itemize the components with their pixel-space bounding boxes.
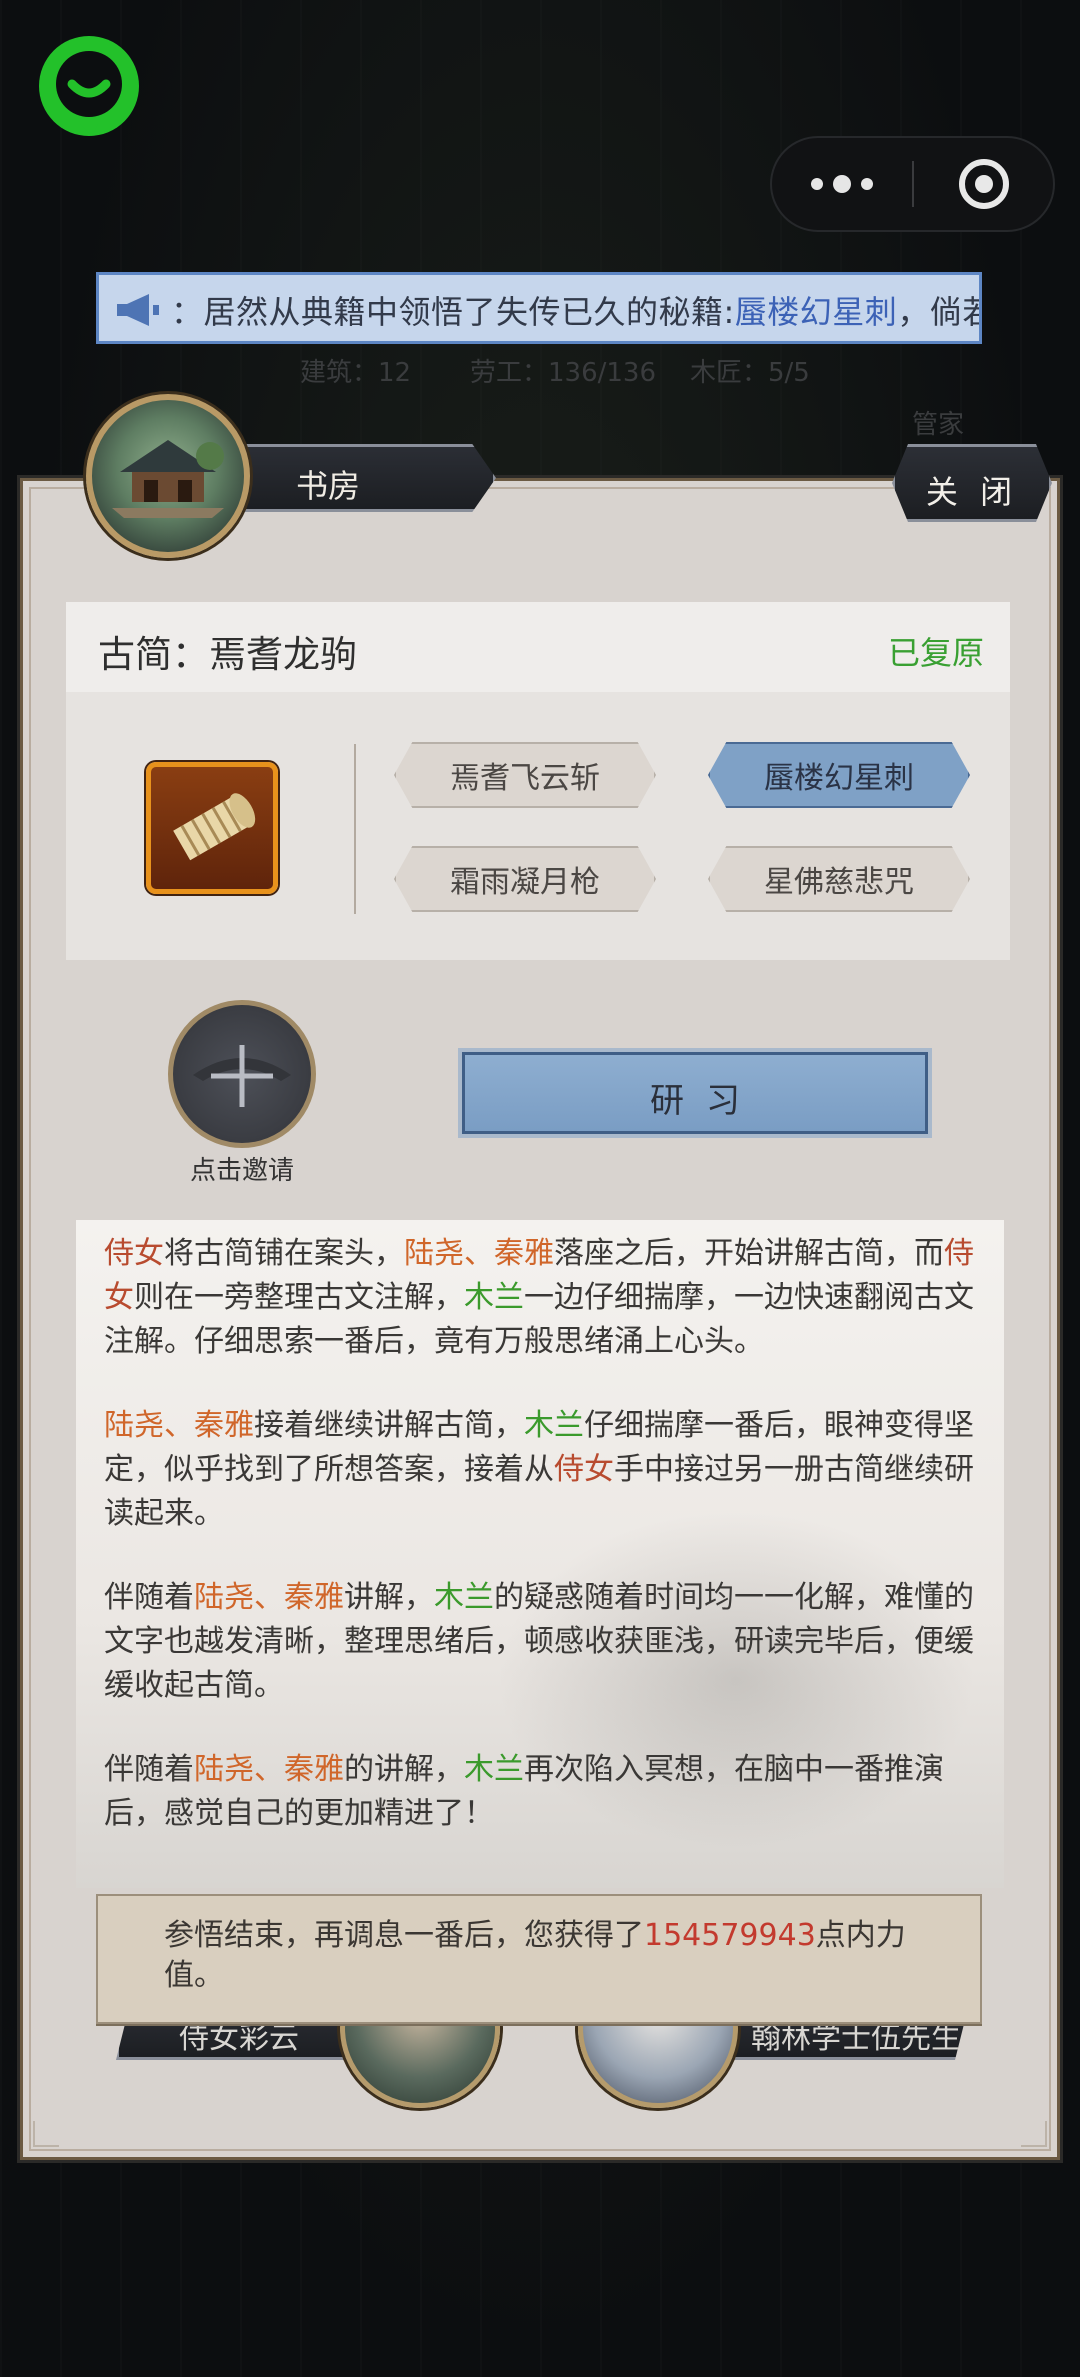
narration-text: 将古简铺在案头， <box>164 1236 404 1271</box>
bamboo-scroll-icon <box>173 793 256 861</box>
narration-paragraph-3: 伴随着陆尧、秦雅讲解，木兰的疑惑随着时间均一一化解，难懂的文字也越发清晰，整理思… <box>104 1576 984 1708</box>
result-message: 参悟结束，再调息一番后，您获得了154579943点内力值。 <box>164 1916 954 1996</box>
hud-building-count: 建筑：12 <box>300 358 412 388</box>
scroll-title: 古简：焉耆龙驹 <box>98 633 357 676</box>
narration-paragraph-1: 侍女将古简铺在案头，陆尧、秦雅落座之后，开始讲解古简，而侍女则在一旁整理古文注解… <box>104 1232 984 1364</box>
scroll-card-header: 古简：焉耆龙驹 已复原 <box>66 602 1010 692</box>
dot-icon <box>833 175 851 193</box>
character-name: 侍女 <box>104 1236 164 1271</box>
result-prefix: 参悟结束，再调息一番后，您获得了 <box>164 1918 644 1953</box>
narration-text: 讲解， <box>344 1580 434 1615</box>
hud-steward-label: 管家 <box>912 410 965 440</box>
skill-tab-4[interactable]: 星佛慈悲咒 <box>708 846 970 912</box>
card-divider <box>354 744 356 914</box>
study-button-label: 研习 <box>650 1081 762 1121</box>
skill-tab-3[interactable]: 霜雨凝月枪 <box>394 846 656 912</box>
ticker-highlight: 蜃楼幻星刺 <box>734 293 898 331</box>
corner-ornament <box>1021 2121 1047 2147</box>
dot-icon <box>811 178 823 190</box>
character-name: 陆尧、秦雅 <box>194 1752 344 1787</box>
plus-icon <box>193 1045 291 1107</box>
invite-slot-button[interactable] <box>168 1000 316 1148</box>
skill-tab-1[interactable]: 焉耆飞云斩 <box>394 742 656 808</box>
close-panel-button[interactable]: 关 闭 <box>892 444 1052 522</box>
more-menu-button[interactable] <box>772 138 912 230</box>
character-name: 陆尧、秦雅 <box>194 1580 344 1615</box>
narration-box: 侍女将古简铺在案头，陆尧、秦雅落座之后，开始讲解古简，而侍女则在一旁整理古文注解… <box>76 1220 1004 1888</box>
character-name: 侍女 <box>554 1452 614 1487</box>
character-name: 陆尧、秦雅 <box>104 1408 254 1443</box>
narration-text: 伴随着 <box>104 1580 194 1615</box>
narration-text: 的讲解， <box>344 1752 464 1787</box>
exit-miniprogram-button[interactable] <box>914 138 1053 230</box>
narration-text: 则在一旁整理古文注解， <box>134 1280 464 1315</box>
corner-ornament <box>33 2121 59 2147</box>
narration-text: 接着继续讲解古简， <box>254 1408 524 1443</box>
study-button[interactable]: 研习 <box>462 1052 928 1134</box>
hud-labor-count: 劳工：136/136 <box>470 358 657 388</box>
result-message-box: 参悟结束，再调息一番后，您获得了154579943点内力值。 <box>96 1894 982 2024</box>
ancient-scroll-card: 古简：焉耆龙驹 已复原 焉耆飞云斩 蜃楼幻星刺 霜雨凝月枪 星佛慈悲咒 <box>66 602 1010 960</box>
announcement-ticker[interactable]: ：居然从典籍中领悟了失传已久的秘籍:蜃楼幻星刺，倘若他 <box>96 272 982 344</box>
character-name: 木兰 <box>464 1752 524 1787</box>
megaphone-icon <box>117 294 159 326</box>
narration-paragraph-4: 伴随着陆尧、秦雅的讲解，木兰再次陷入冥想，在脑中一番推演后，感觉自己的更加精进了… <box>104 1748 984 1836</box>
ticker-text: ：居然从典籍中领悟了失传已久的秘籍:蜃楼幻星刺，倘若他 <box>171 287 979 333</box>
ticker-text-prefix: ：居然从典籍中领悟了失传已久的秘籍: <box>171 293 735 331</box>
game-screen: { "ticker": { "text_prefix": "：居然从典籍中领悟了… <box>0 0 1080 2377</box>
character-name: 木兰 <box>434 1580 494 1615</box>
chat-logo-icon[interactable] <box>28 28 150 150</box>
character-name: 木兰 <box>524 1408 584 1443</box>
close-panel-label: 关 闭 <box>925 473 1019 511</box>
dot-icon <box>861 178 873 190</box>
narration-text: 落座之后，开始讲解古简，而 <box>554 1236 944 1271</box>
ticker-text-suffix: ，倘若他 <box>897 293 979 331</box>
hud-carpenter-count: 木匠：5/5 <box>690 358 810 388</box>
scroll-item-icon[interactable] <box>146 762 278 894</box>
restored-status: 已复原 <box>887 634 984 672</box>
pavilion-icon <box>112 440 224 518</box>
miniprogram-capsule <box>770 136 1055 232</box>
target-close-icon <box>958 159 1009 209</box>
narration-text: 伴随着 <box>104 1752 194 1787</box>
character-name: 陆尧、秦雅 <box>404 1236 554 1271</box>
skill-tab-2-selected[interactable]: 蜃楼幻星刺 <box>708 742 970 808</box>
character-name: 木兰 <box>464 1280 524 1315</box>
study-building-icon <box>86 394 250 558</box>
internal-power-amount: 154579943 <box>644 1918 816 1953</box>
invite-label: 点击邀请 <box>189 1156 294 1186</box>
narration-paragraph-2: 陆尧、秦雅接着继续讲解古简，木兰仔细揣摩一番后，眼神变得坚定，似乎找到了所想答案… <box>104 1404 984 1536</box>
